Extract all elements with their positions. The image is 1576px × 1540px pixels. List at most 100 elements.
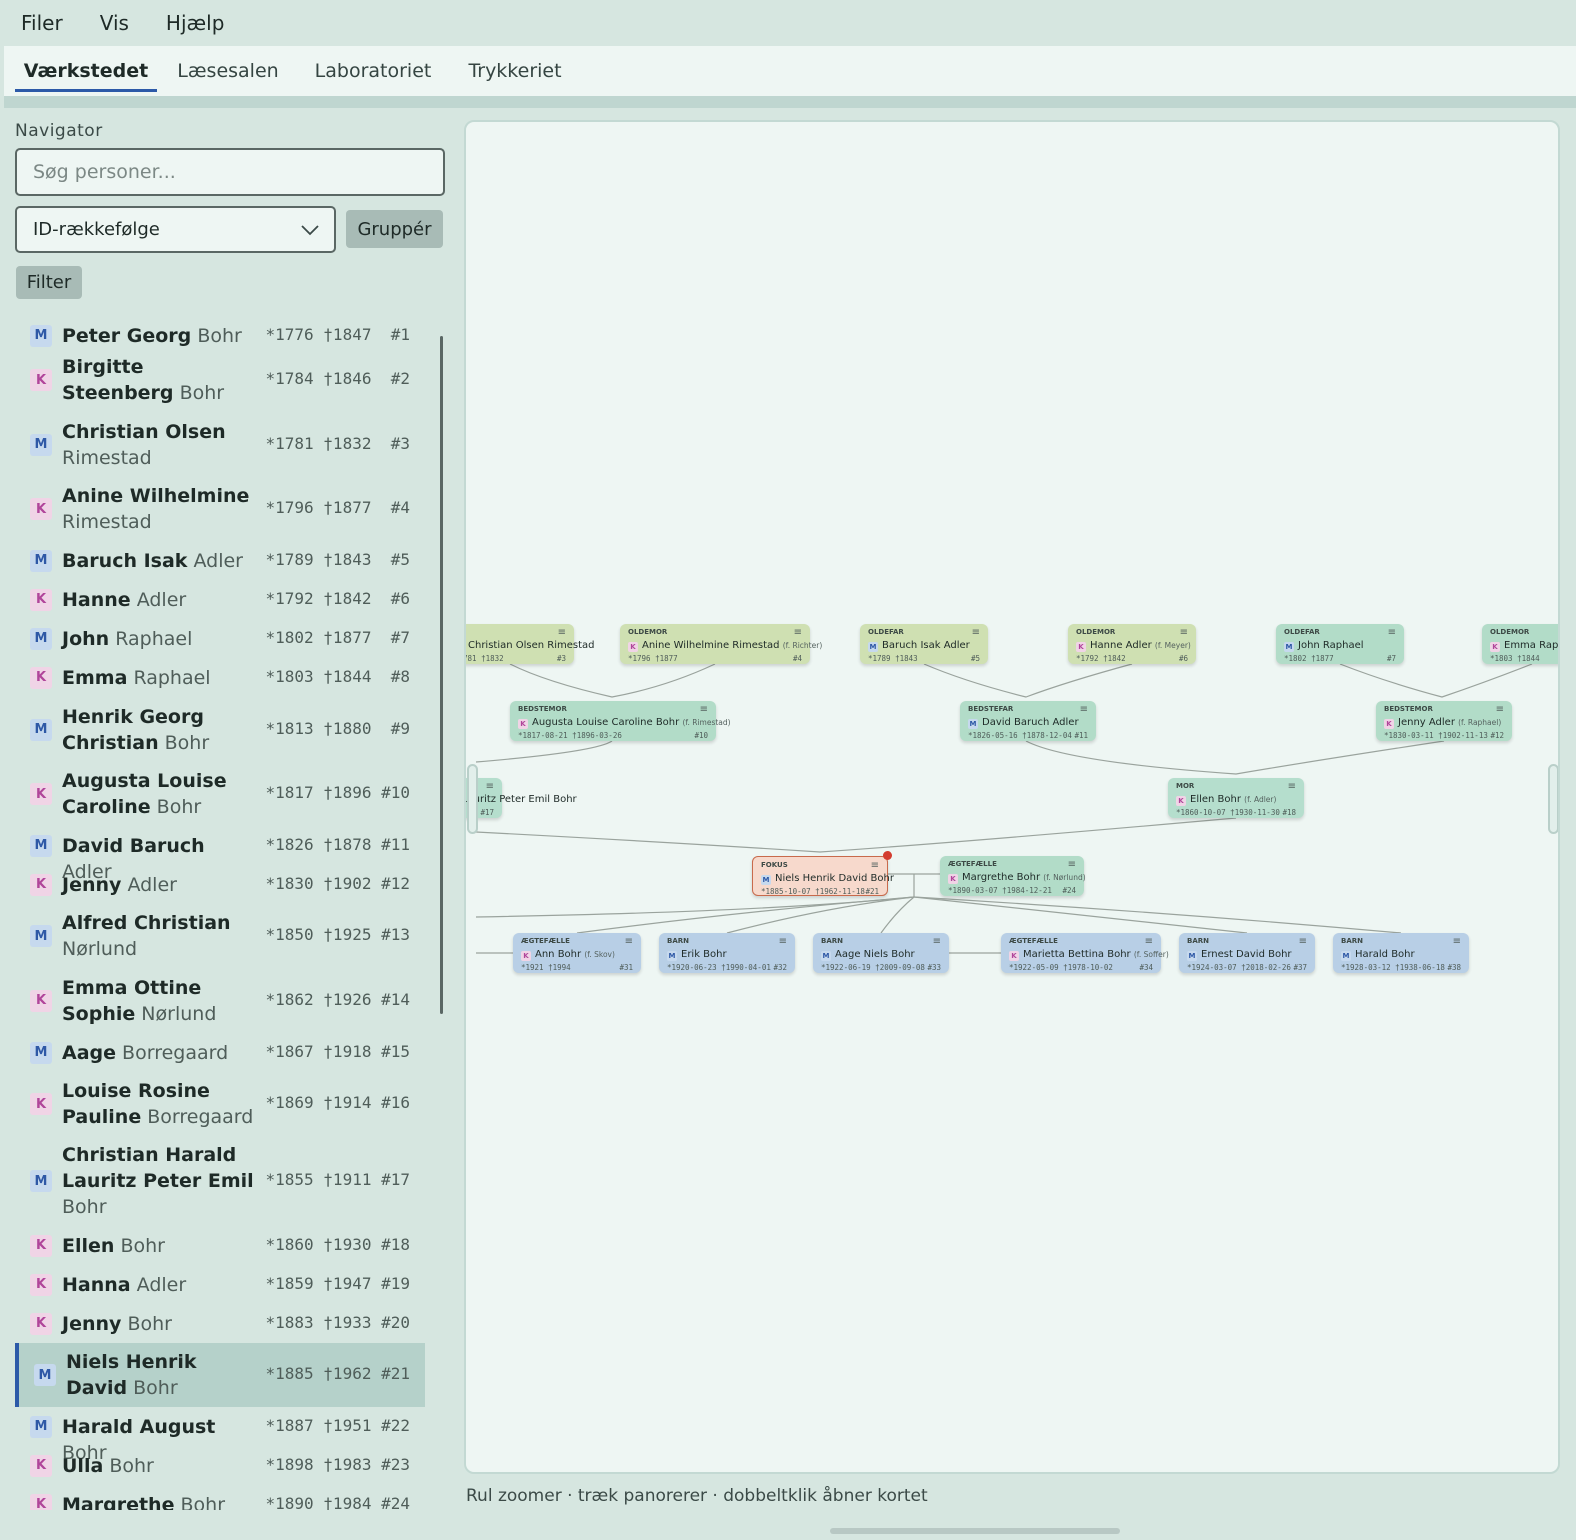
list-item[interactable]: M Harald August Bohr *1887 †1951 #22 xyxy=(15,1407,425,1464)
card-menu-icon[interactable]: ≡ xyxy=(486,781,494,792)
list-item[interactable]: K Emma Raphael *1803 †1844 #8 xyxy=(15,658,425,697)
card-menu-icon[interactable]: ≡ xyxy=(625,936,633,947)
filter-button[interactable]: Filter xyxy=(16,266,82,299)
list-item[interactable]: M Christian Harald Lauritz Peter Emil Boh… xyxy=(15,1136,425,1226)
card-dates: *1789 †1843 xyxy=(868,654,918,663)
person-card[interactable]: OLDEFAR ≡ M John Raphael *1802 †1877 #7 xyxy=(1276,624,1404,664)
menu-help[interactable]: Hjælp xyxy=(166,11,225,35)
card-menu-icon[interactable]: ≡ xyxy=(794,627,802,638)
list-item[interactable]: K Jenny Bohr *1883 †1933 #20 xyxy=(15,1304,425,1343)
card-menu-icon[interactable]: ≡ xyxy=(1080,704,1088,715)
person-card[interactable]: BARN ≡ M Erik Bohr *1920-06-23 †1990-04-01 #… xyxy=(659,933,795,973)
card-menu-icon[interactable]: ≡ xyxy=(1180,627,1188,638)
list-item[interactable]: M Alfred Christian Nørlund *1850 †1925 #13 xyxy=(15,904,425,968)
sex-badge: M xyxy=(868,642,878,652)
person-card[interactable]: BARN ≡ M Harald Bohr *1928-03-12 †1938-06-1… xyxy=(1333,933,1469,973)
person-card[interactable]: BEDSTEFAR ≡ M David Baruch Adler *1826-05-1… xyxy=(960,701,1096,741)
list-item[interactable]: K Hanne Adler *1792 †1842 #6 xyxy=(15,580,425,619)
given-name: Ellen xyxy=(62,1234,115,1257)
person-dates: *1817 †1896 #10 xyxy=(265,783,411,802)
focus-marker-dot xyxy=(883,851,892,860)
list-item[interactable]: K Augusta Louise Caroline Bohr *1817 †1896… xyxy=(15,762,425,826)
card-menu-icon[interactable]: ≡ xyxy=(1145,936,1153,947)
person-card[interactable]: BEDSTEMOR ≡ K Jenny Adler (f. Raphael) *1830… xyxy=(1376,701,1512,741)
card-menu-icon[interactable]: ≡ xyxy=(1496,704,1504,715)
person-card[interactable]: OLDEFAR ≡ M Baruch Isak Adler *1789 †1843 #5 xyxy=(860,624,988,664)
surname: Nørlund xyxy=(62,938,138,960)
card-menu-icon[interactable]: ≡ xyxy=(700,704,708,715)
person-card[interactable]: ≡MChristian Olsen Rimestad *1781 †1832#3 xyxy=(466,624,595,664)
person-card[interactable]: ÆGTEFÆLLE ≡ K Ann Bohr (f. Skov) *1921 †1994… xyxy=(513,933,641,973)
list-item[interactable]: M Henrik Georg Christian Bohr *1813 †1880 … xyxy=(15,697,425,762)
group-button[interactable]: Gruppér xyxy=(346,210,443,248)
tree-connector xyxy=(576,896,915,934)
menu-file[interactable]: Filer xyxy=(21,11,63,35)
card-menu-icon[interactable]: ≡ xyxy=(972,627,980,638)
tab-laesesalen[interactable]: Læsesalen xyxy=(170,46,286,96)
list-item[interactable]: K Jenny Adler *1830 †1902 #12 xyxy=(15,865,425,904)
surname: Adler xyxy=(121,873,177,896)
sort-select[interactable]: ID-rækkefølge xyxy=(15,206,336,253)
person-card[interactable]: BARN ≡ M Aage Niels Bohr *1922-06-19 †2009-… xyxy=(813,933,949,973)
list-item[interactable]: M Baruch Isak Adler *1789 †1843 #5 xyxy=(15,541,425,580)
person-card[interactable]: BARN ≡ M Ernest David Bohr *1924-03-07 †201… xyxy=(1179,933,1315,973)
menu-view[interactable]: Vis xyxy=(100,11,129,35)
list-item[interactable]: K Ulla Bohr *1898 †1983 #23 xyxy=(15,1446,425,1485)
list-item[interactable]: K Birgitte Steenberg Bohr *1784 †1846 #2 xyxy=(15,348,425,412)
card-menu-icon[interactable]: ≡ xyxy=(1288,781,1296,792)
card-menu-icon[interactable]: ≡ xyxy=(933,936,941,947)
sex-badge: M xyxy=(1284,642,1294,652)
card-menu-icon[interactable]: ≡ xyxy=(779,936,787,947)
list-item[interactable]: M David Baruch Adler *1826 †1878 #11 xyxy=(15,826,425,883)
card-name: David Baruch Adler xyxy=(982,717,1079,728)
card-menu-icon[interactable]: ≡ xyxy=(1453,936,1461,947)
left-collapse-handle[interactable] xyxy=(467,764,478,834)
sex-badge: K xyxy=(30,873,52,896)
card-menu-icon[interactable]: ≡ xyxy=(1388,627,1396,638)
search-input[interactable] xyxy=(15,148,445,196)
person-card[interactable]: ÆGTEFÆLLE ≡ K Margrethe Bohr (f. Nørlund) *1… xyxy=(940,856,1086,896)
card-role: BEDSTEMOR xyxy=(518,705,567,713)
person-dates: *1789 †1843 #5 xyxy=(265,549,411,569)
list-item[interactable]: M Niels Henrik David Bohr *1885 †1962 #21 xyxy=(15,1343,425,1407)
person-card[interactable]: OLDEMOR≡KEmma Raphael *1803 †1844#8 xyxy=(1482,624,1558,664)
list-item[interactable]: M Aage Borregaard *1867 †1918 #15 xyxy=(15,1033,425,1072)
person-name: Emma Raphael xyxy=(62,665,257,691)
card-role: OLDEMOR xyxy=(1490,628,1530,636)
sex-badge: K xyxy=(30,369,52,391)
right-collapse-handle[interactable] xyxy=(1548,764,1558,834)
person-card[interactable]: MOR ≡ K Ellen Bohr (f. Adler) *1860-10-07 †1… xyxy=(1168,778,1304,818)
given-name: Christian Olsen xyxy=(62,420,226,443)
card-menu-icon[interactable]: ≡ xyxy=(558,627,566,638)
tab-trykkeriet[interactable]: Trykkeriet xyxy=(462,46,568,96)
list-scrollbar[interactable] xyxy=(440,336,443,1014)
list-item[interactable]: K Louise Rosine Pauline Borregaard *1869 †… xyxy=(15,1072,425,1136)
list-item[interactable]: M Christian Olsen Rimestad *1781 †1832 #3 xyxy=(15,412,425,477)
card-name: Christian Olsen Rimestad xyxy=(468,640,595,651)
card-role: OLDEFAR xyxy=(868,628,904,636)
person-name: Jenny Adler xyxy=(62,872,257,898)
person-card[interactable]: ÆGTEFÆLLE ≡ K Marietta Bettina Bohr (f. Sof… xyxy=(1001,933,1169,973)
list-item[interactable]: K Ellen Bohr *1860 †1930 #18 xyxy=(15,1226,425,1265)
person-card[interactable]: OLDEMOR ≡ K Anine Wilhelmine Rimestad (f. R… xyxy=(620,624,822,664)
horizontal-scrollbar[interactable] xyxy=(830,1528,1120,1534)
person-dates: *1802 †1877 #7 xyxy=(265,627,411,647)
person-card[interactable]: OLDEMOR ≡ K Hanne Adler (f. Meyer) *1792 †18… xyxy=(1068,624,1196,664)
card-menu-icon[interactable]: ≡ xyxy=(871,860,879,871)
card-menu-icon[interactable]: ≡ xyxy=(1299,936,1307,947)
list-item[interactable]: K Anine Wilhelmine Rimestad *1796 †1877 #4 xyxy=(15,477,425,541)
list-item[interactable]: M John Raphael *1802 †1877 #7 xyxy=(15,619,425,658)
person-card[interactable]: BEDSTEMOR ≡ K Augusta Louise Caroline Bohr … xyxy=(510,701,731,741)
card-menu-icon[interactable]: ≡ xyxy=(1068,859,1076,870)
tree-connector xyxy=(726,896,915,934)
focus-person-card[interactable]: FOKUS ≡ M Niels Henrik David Bohr *1885-10-… xyxy=(752,856,894,896)
family-tree-canvas[interactable]: ≡ M Christian Olsen Rimestad *1781 †1832 #3… xyxy=(464,120,1560,1474)
tab-vaerkstedet[interactable]: Værkstedet xyxy=(15,46,157,96)
list-item[interactable]: K Hanna Adler *1859 †1947 #19 xyxy=(15,1265,425,1304)
list-item[interactable]: K Emma Ottine Sophie Nørlund *1862 †1926 #… xyxy=(15,968,425,1033)
list-item[interactable]: K Margrethe Bohr *1890 †1984 #24 xyxy=(15,1485,425,1510)
person-list[interactable]: M Peter Georg Bohr *1776 †1847 #1 K Birgitte… xyxy=(15,316,425,1510)
person-name: Hanne Adler xyxy=(62,587,257,613)
card-name: Harald Bohr xyxy=(1355,949,1415,960)
tab-laboratoriet[interactable]: Laboratoriet xyxy=(308,46,438,96)
